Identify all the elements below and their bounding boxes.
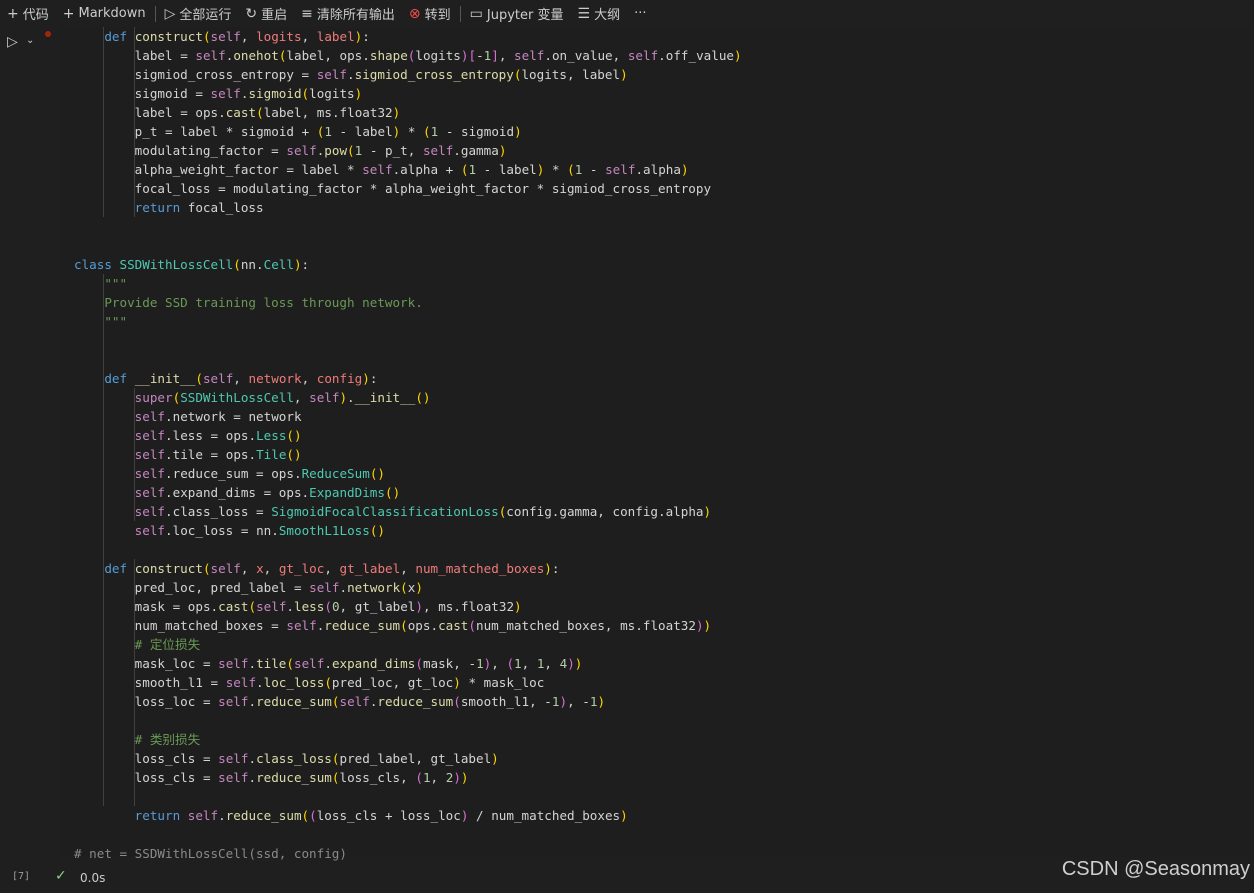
code-line[interactable]: self.tile = ops.Tile() bbox=[74, 445, 742, 464]
error-circle-icon: ⊗ bbox=[408, 5, 421, 22]
code-line[interactable] bbox=[74, 217, 742, 236]
execution-count: [7] bbox=[12, 871, 31, 882]
code-line[interactable]: label = ops.cast(label, ms.float32) bbox=[74, 103, 742, 122]
goto-button[interactable]: ⊗ 转到 bbox=[402, 0, 458, 27]
code-line[interactable]: self.less = ops.Less() bbox=[74, 426, 742, 445]
notebook-toolbar: + 代码 + Markdown ▷ 全部运行 ↻ 重启 ≡ 清除所有输出 ⊗ 转… bbox=[0, 0, 1254, 28]
clear-outputs-button[interactable]: ≡ 清除所有输出 bbox=[294, 0, 402, 27]
add-markdown-button[interactable]: + Markdown bbox=[56, 0, 153, 27]
code-line[interactable]: self.loc_loss = nn.SmoothL1Loss() bbox=[74, 521, 742, 540]
code-line[interactable]: pred_loc, pred_label = self.network(x) bbox=[74, 578, 742, 597]
code-content[interactable]: def construct(self, logits, label): labe… bbox=[74, 27, 742, 863]
list-icon: ☰ bbox=[577, 5, 591, 22]
code-line[interactable]: self.expand_dims = ops.ExpandDims() bbox=[74, 483, 742, 502]
chevron-down-icon[interactable]: ⌄ bbox=[26, 35, 34, 46]
code-line[interactable] bbox=[74, 711, 742, 730]
code-line[interactable] bbox=[74, 540, 742, 559]
success-check-icon: ✓ bbox=[55, 868, 67, 884]
code-line[interactable]: num_matched_boxes = self.reduce_sum(ops.… bbox=[74, 616, 742, 635]
plus-icon: + bbox=[62, 5, 75, 22]
jupyter-variables-button[interactable]: ▭ Jupyter 变量 bbox=[463, 0, 571, 27]
code-line[interactable]: return focal_loss bbox=[74, 198, 742, 217]
code-line[interactable]: """ bbox=[74, 274, 742, 293]
toolbar-divider bbox=[459, 5, 461, 22]
toolbar-divider bbox=[154, 5, 156, 22]
code-line[interactable] bbox=[74, 236, 742, 255]
execution-duration: 0.0s bbox=[80, 871, 106, 885]
run-all-label: 全部运行 bbox=[179, 8, 232, 23]
code-line[interactable]: def construct(self, x, gt_loc, gt_label,… bbox=[74, 559, 742, 578]
code-line[interactable]: super(SSDWithLossCell, self).__init__() bbox=[74, 388, 742, 407]
code-line[interactable]: def construct(self, logits, label): bbox=[74, 27, 742, 46]
watermark: CSDN @Seasonmay bbox=[1061, 858, 1250, 880]
code-line[interactable]: loss_cls = self.reduce_sum(loss_cls, (1,… bbox=[74, 768, 742, 787]
code-editor[interactable]: def construct(self, logits, label): labe… bbox=[60, 27, 1250, 861]
code-line[interactable]: mask = ops.cast(self.less(0, gt_label), … bbox=[74, 597, 742, 616]
code-line[interactable]: def __init__(self, network, config): bbox=[74, 369, 742, 388]
restart-icon: ↻ bbox=[245, 5, 258, 22]
code-line[interactable]: # 类别损失 bbox=[74, 730, 742, 749]
code-line[interactable]: # net = SSDWithLossCell(ssd, config) bbox=[74, 844, 742, 863]
code-line[interactable]: mask_loc = self.tile(self.expand_dims(ma… bbox=[74, 654, 742, 673]
code-line[interactable]: sigmoid = self.sigmoid(logits) bbox=[74, 84, 742, 103]
code-line[interactable]: Provide SSD training loss through networ… bbox=[74, 293, 742, 312]
code-line[interactable]: loss_loc = self.reduce_sum(self.reduce_s… bbox=[74, 692, 742, 711]
code-line[interactable] bbox=[74, 825, 742, 844]
restart-label: 重启 bbox=[261, 8, 288, 23]
outline-label: 大纲 bbox=[594, 8, 621, 23]
code-line[interactable]: loss_cls = self.class_loss(pred_label, g… bbox=[74, 749, 742, 768]
plus-icon: + bbox=[7, 5, 19, 22]
code-line[interactable]: return self.reduce_sum((loss_cls + loss_… bbox=[74, 806, 742, 825]
jupyter-variables-label: Jupyter 变量 bbox=[486, 8, 564, 23]
code-line[interactable]: alpha_weight_factor = label * self.alpha… bbox=[74, 160, 742, 179]
code-line[interactable]: focal_loss = modulating_factor * alpha_w… bbox=[74, 179, 742, 198]
clear-all-icon: ≡ bbox=[301, 5, 313, 22]
code-line[interactable]: self.reduce_sum = ops.ReduceSum() bbox=[74, 464, 742, 483]
code-line[interactable]: self.network = network bbox=[74, 407, 742, 426]
breakpoint-icon[interactable] bbox=[45, 31, 51, 37]
run-all-icon: ▷ bbox=[164, 5, 176, 22]
code-line[interactable] bbox=[74, 350, 742, 369]
add-code-label: 代码 bbox=[22, 8, 49, 23]
code-line[interactable]: modulating_factor = self.pow(1 - p_t, se… bbox=[74, 141, 742, 160]
code-line[interactable]: # 定位损失 bbox=[74, 635, 742, 654]
outline-button[interactable]: ☰ 大纲 bbox=[571, 0, 628, 27]
code-line[interactable] bbox=[74, 331, 742, 350]
code-line[interactable]: class SSDWithLossCell(nn.Cell): bbox=[74, 255, 742, 274]
clear-outputs-label: 清除所有输出 bbox=[316, 8, 395, 23]
run-all-button[interactable]: ▷ 全部运行 bbox=[158, 0, 239, 27]
goto-label: 转到 bbox=[424, 8, 451, 23]
add-markdown-label: Markdown bbox=[78, 6, 146, 21]
code-line[interactable]: p_t = label * sigmoid + (1 - label) * (1… bbox=[74, 122, 742, 141]
code-line[interactable]: smooth_l1 = self.loc_loss(pred_loc, gt_l… bbox=[74, 673, 742, 692]
code-line[interactable]: """ bbox=[74, 312, 742, 331]
add-code-button[interactable]: + 代码 bbox=[0, 0, 56, 27]
code-line[interactable]: sigmiod_cross_entropy = self.sigmiod_cro… bbox=[74, 65, 742, 84]
code-cell[interactable]: ▷ ⌄ def construct(self, logits, label): … bbox=[0, 27, 1254, 865]
run-cell-icon[interactable]: ▷ bbox=[7, 34, 18, 50]
code-line[interactable]: label = self.onehot(label, ops.shape(log… bbox=[74, 46, 742, 65]
code-line[interactable]: self.class_loss = SigmoidFocalClassifica… bbox=[74, 502, 742, 521]
restart-button[interactable]: ↻ 重启 bbox=[238, 0, 294, 27]
more-actions-button[interactable]: ··· bbox=[627, 0, 653, 27]
code-line[interactable] bbox=[74, 787, 742, 806]
more-icon: ··· bbox=[634, 6, 647, 21]
variables-icon: ▭ bbox=[469, 5, 483, 22]
